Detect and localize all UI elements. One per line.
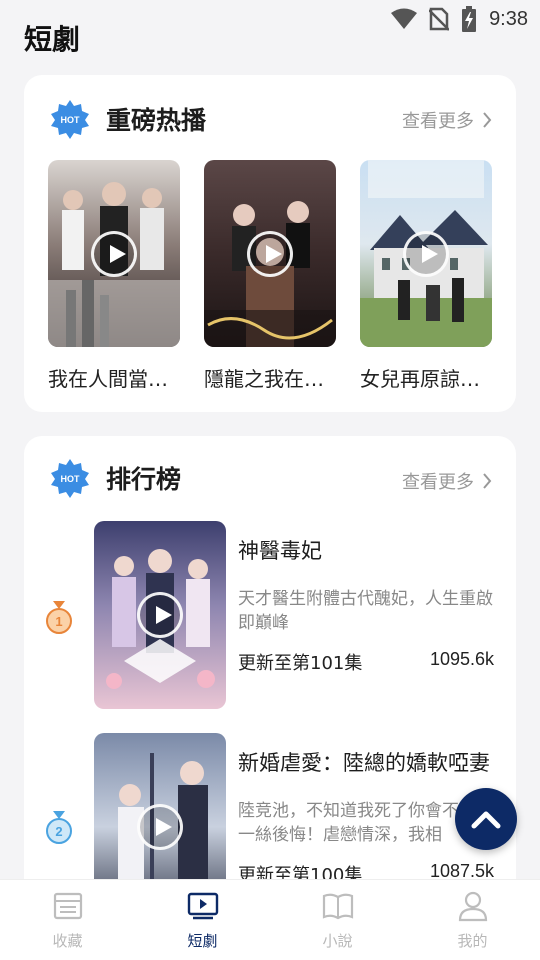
rank-number: 2: [55, 824, 62, 839]
rank-more-link[interactable]: 查看更多: [402, 468, 492, 494]
book-icon: [322, 893, 353, 920]
no-sim-icon: [429, 7, 450, 31]
hot-list: 我在人間當… 隱龍之我在… 女兒再原諒…: [48, 160, 492, 392]
wifi-icon: [391, 8, 418, 29]
play-button[interactable]: [403, 230, 449, 277]
play-button[interactable]: [91, 230, 137, 277]
nav-item-profile[interactable]: 我的: [405, 880, 540, 960]
page-title: 短劇: [24, 23, 81, 56]
hot-item-title: 我在人間當…: [48, 367, 168, 391]
hot-badge-icon: HOT: [51, 100, 89, 139]
status-time: 9:38: [489, 7, 528, 30]
scroll-to-top-button[interactable]: [455, 788, 517, 850]
drama-poster[interactable]: [94, 521, 226, 709]
hot-section-card: HOT 重磅热播 查看更多 我在人間當… 隱龍之我在… 女兒再原諒…: [24, 75, 516, 412]
hot-section-title: 重磅热播: [106, 106, 207, 135]
hot-item[interactable]: 隱龍之我在…: [204, 160, 336, 392]
nav-label-novel: 小說: [322, 932, 353, 950]
play-button[interactable]: [137, 592, 183, 638]
drama-poster[interactable]: [204, 160, 336, 347]
play-button[interactable]: [247, 230, 293, 277]
person-icon: [458, 891, 487, 922]
status-icons: 9:38: [391, 6, 528, 32]
nav-label-profile: 我的: [457, 932, 488, 950]
hot-badge-text: HOT: [61, 115, 81, 125]
play-screen-icon: [187, 892, 218, 920]
bottom-nav: 收藏 短劇 小說 我的: [0, 879, 540, 960]
chevron-right-icon: [483, 473, 492, 489]
rank-section-title: 排行榜: [106, 465, 182, 494]
nav-item-short-drama[interactable]: 短劇: [135, 880, 270, 960]
rank-more-label: 查看更多: [402, 472, 474, 493]
play-button[interactable]: [137, 804, 183, 850]
nav-item-collection[interactable]: 收藏: [0, 880, 135, 960]
hot-item[interactable]: 我在人間當…: [48, 160, 180, 392]
hot-more-label: 查看更多: [402, 111, 474, 132]
hot-badge-icon: HOT: [51, 459, 89, 498]
drama-poster[interactable]: [360, 160, 492, 347]
battery-charging-icon: [462, 6, 477, 32]
rank-list-item[interactable]: 1 神醫毒妃 天才醫生附體古代醜妃，人生重啟即巔峰 更新至第101集 1095.…: [24, 521, 516, 711]
rank-item-view-count: 1095.6k: [429, 649, 494, 669]
hot-badge-text: HOT: [61, 474, 81, 484]
rank-number: 1: [55, 614, 62, 629]
rank-item-title: 神醫毒妃: [238, 539, 322, 563]
hot-more-link[interactable]: 查看更多: [402, 107, 492, 133]
nav-label-collection: 收藏: [52, 932, 83, 950]
hot-section-header: HOT 重磅热播 查看更多: [24, 75, 516, 163]
rank-item-episodes: 更新至第101集: [238, 653, 363, 674]
rank-item-description: 天才醫生附體古代醜妃，人生重啟即巔峰: [238, 589, 493, 633]
hot-item-title: 隱龍之我在…: [204, 367, 324, 391]
nav-item-novel[interactable]: 小說: [270, 880, 405, 960]
rank-section-card: HOT 排行榜 查看更多 1 神醫毒妃 天才醫生附體古代醜妃，人生重啟即巔峰 更…: [24, 436, 516, 956]
hot-item[interactable]: 女兒再原諒…: [360, 160, 492, 392]
chevron-right-icon: [483, 112, 492, 128]
rank-item-info: 神醫毒妃 天才醫生附體古代醜妃，人生重啟即巔峰 更新至第101集 1095.6k: [238, 521, 494, 709]
rank-medal-icon: 2: [46, 811, 72, 844]
chevron-up-icon: [471, 811, 501, 829]
drama-poster[interactable]: [48, 160, 180, 347]
rank-section-header: HOT 排行榜 查看更多: [24, 436, 516, 524]
hot-item-title: 女兒再原諒…: [360, 367, 480, 391]
rank-item-title: 新婚虐愛：陸總的嬌軟啞妻: [238, 751, 490, 775]
nav-label-short-drama: 短劇: [187, 932, 218, 950]
collection-icon: [53, 892, 82, 920]
status-bar: 9:38: [0, 0, 540, 36]
rank-medal-icon: 1: [46, 601, 72, 634]
